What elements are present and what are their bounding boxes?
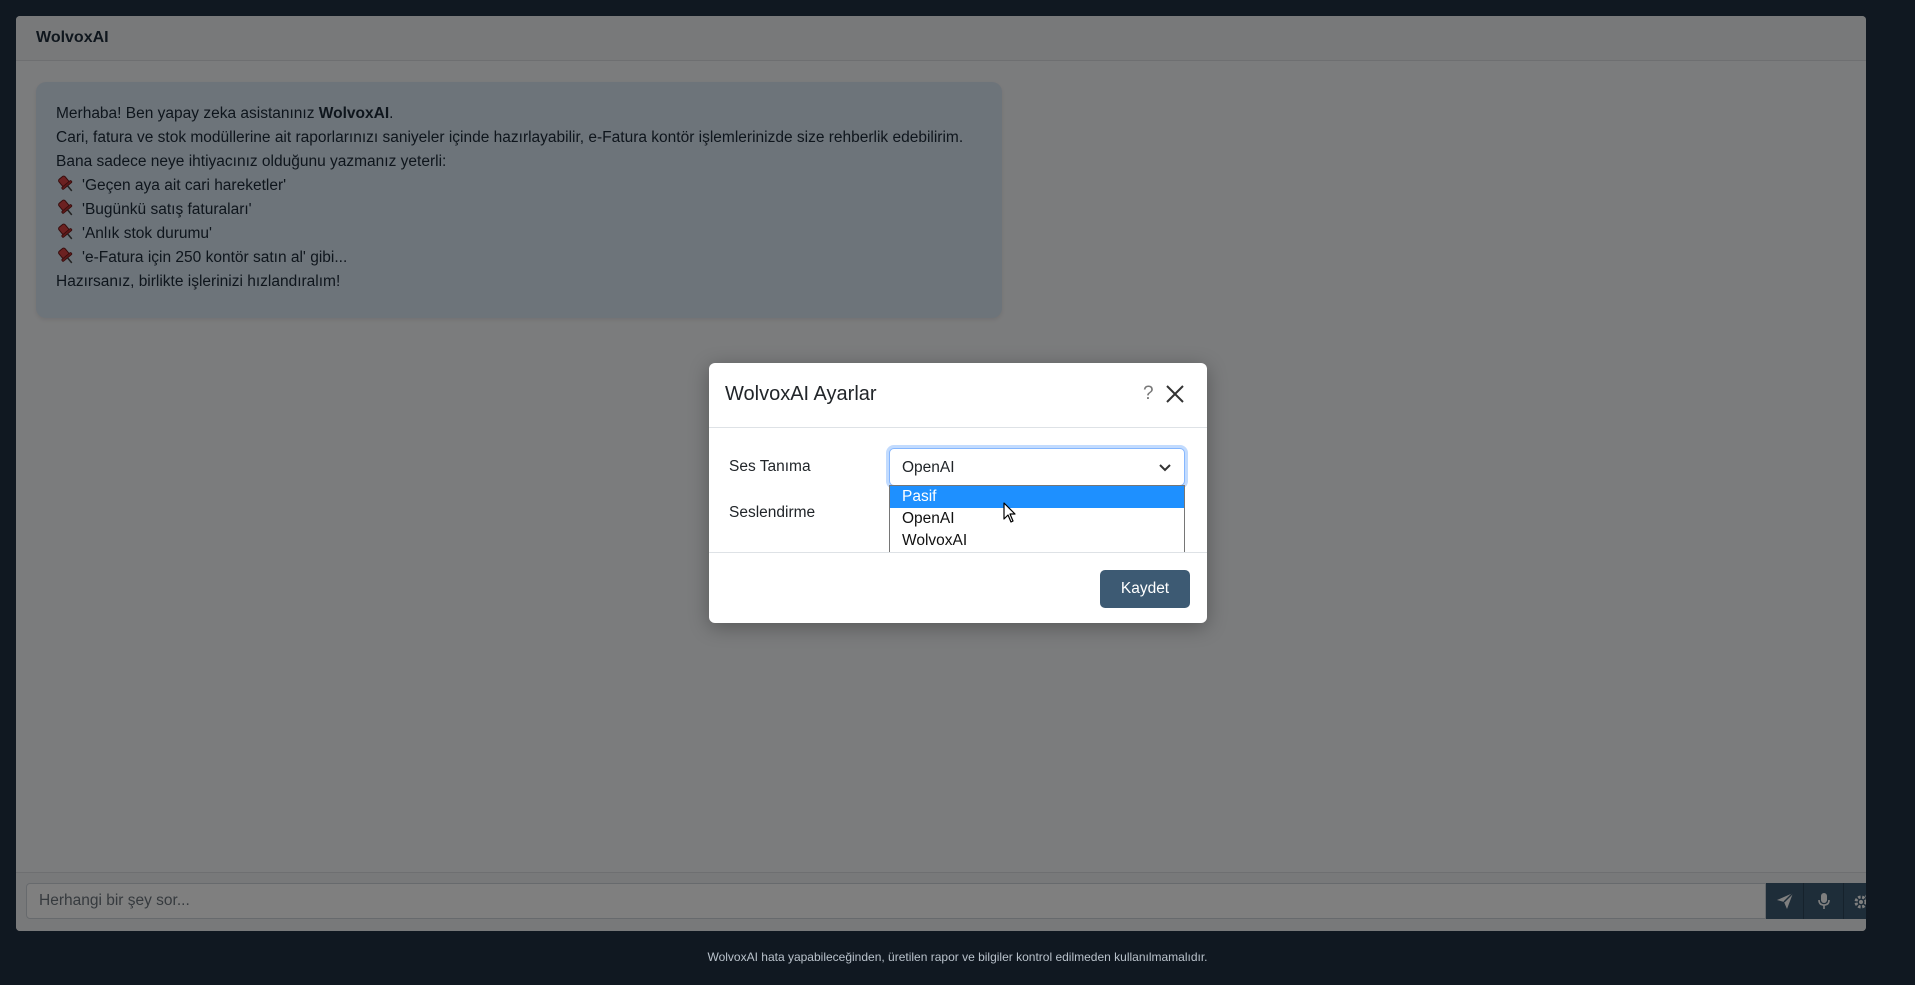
speech-recognition-label: Ses Tanıma: [729, 458, 811, 475]
speech-recognition-select[interactable]: OpenAI: [889, 448, 1185, 486]
option-pasif[interactable]: Pasif: [890, 486, 1184, 508]
disclaimer-text: WolvoxAI hata yapabileceğinden, üretilen…: [707, 950, 1208, 964]
modal-header: WolvoxAI Ayarlar ?: [709, 363, 1207, 428]
mouse-cursor-icon: [1003, 502, 1016, 523]
modal-title: WolvoxAI Ayarlar: [725, 383, 877, 405]
modal-footer: Kaydet: [709, 552, 1207, 624]
chevron-down-icon: [1159, 464, 1171, 472]
option-openai[interactable]: OpenAI: [890, 508, 1184, 530]
option-wolvoxai[interactable]: WolvoxAI: [890, 530, 1184, 552]
settings-modal: WolvoxAI Ayarlar ? Ses Tanıma Seslendirm…: [709, 363, 1207, 623]
speech-recognition-options: Pasif OpenAI WolvoxAI: [889, 485, 1185, 553]
voice-output-label: Seslendirme: [729, 504, 816, 521]
selected-value: OpenAI: [902, 459, 955, 476]
help-icon[interactable]: ?: [1143, 383, 1154, 405]
close-icon[interactable]: [1164, 383, 1186, 405]
save-button[interactable]: Kaydet: [1100, 570, 1190, 608]
